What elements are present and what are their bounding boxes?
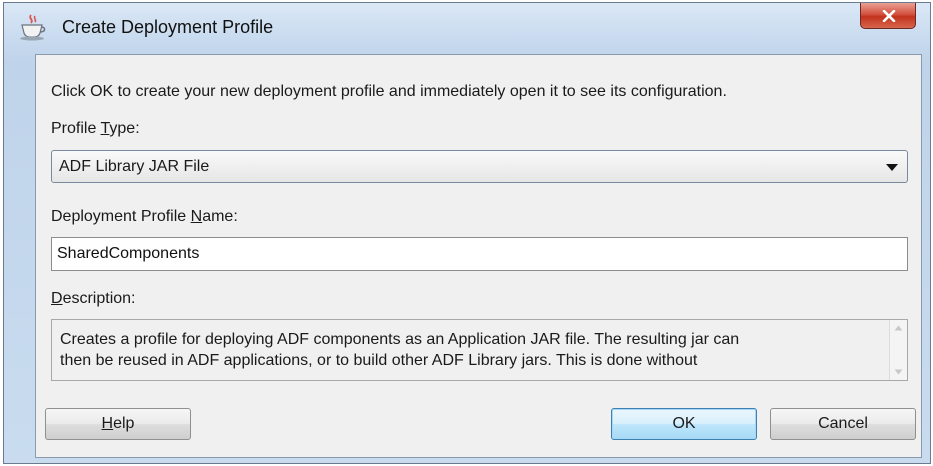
profile-name-input[interactable]: SharedComponents <box>51 237 908 271</box>
close-icon <box>882 10 896 22</box>
profile-type-selected: ADF Library JAR File <box>59 158 210 175</box>
profile-name-label: Deployment Profile Name: <box>51 208 238 225</box>
scroll-up-icon[interactable] <box>894 325 903 331</box>
cancel-button[interactable]: Cancel <box>770 408 916 440</box>
profile-name-value: SharedComponents <box>57 245 200 262</box>
profile-type-label: Profile Type: <box>51 120 140 137</box>
help-button[interactable]: Help <box>45 408 191 440</box>
scroll-down-icon[interactable] <box>894 369 903 375</box>
description-label: Description: <box>51 290 136 307</box>
dialog-body: Click OK to create your new deployment p… <box>35 54 922 458</box>
window-title: Create Deployment Profile <box>62 17 274 37</box>
title-bar[interactable]: Create Deployment Profile <box>4 3 930 49</box>
description-text: Creates a profile for deploying ADF comp… <box>60 329 880 371</box>
dialog-window: Create Deployment Profile Click OK to cr… <box>3 2 931 464</box>
profile-type-select[interactable]: ADF Library JAR File <box>51 150 908 183</box>
close-button[interactable] <box>860 3 916 29</box>
instruction-text: Click OK to create your new deployment p… <box>51 83 727 100</box>
ok-button[interactable]: OK <box>611 408 757 440</box>
chevron-down-icon <box>886 164 898 171</box>
description-line: then be reused in ADF applications, or t… <box>60 352 698 369</box>
description-scrollbar[interactable] <box>889 320 907 380</box>
description-textarea[interactable]: Creates a profile for deploying ADF comp… <box>51 319 908 381</box>
description-line: Creates a profile for deploying ADF comp… <box>60 331 740 348</box>
java-cup-icon <box>18 13 48 41</box>
